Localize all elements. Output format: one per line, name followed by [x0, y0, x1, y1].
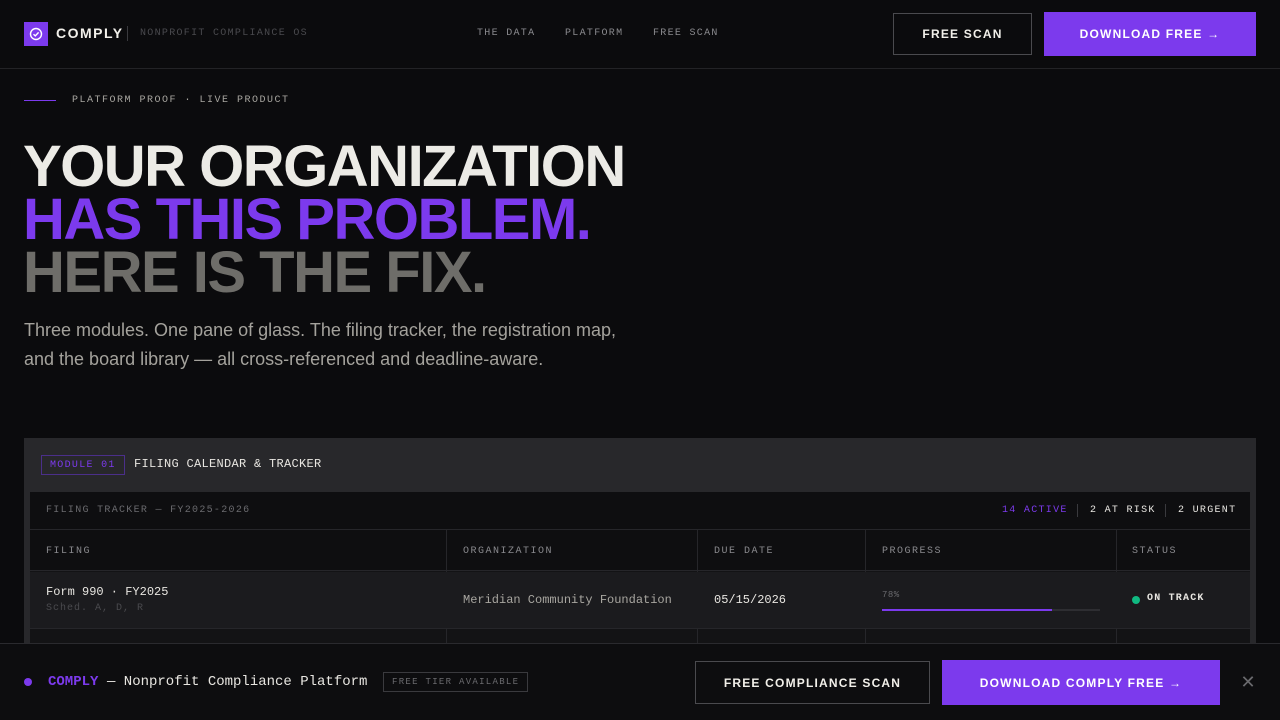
tracker-title: FILING TRACKER — FY2025-2026: [46, 505, 251, 516]
module-title: FILING CALENDAR & TRACKER: [134, 457, 322, 471]
column-header-status[interactable]: STATUS: [1132, 546, 1177, 557]
free-tier-badge: FREE TIER AVAILABLE: [383, 672, 529, 692]
column-header-due-date[interactable]: DUE DATE: [714, 546, 774, 557]
organization-name: Meridian Community Foundation: [463, 593, 672, 607]
bottom-brand: COMPLY: [48, 674, 99, 690]
column-header-filing[interactable]: FILING: [46, 546, 91, 557]
module-card: MODULE 01 FILING CALENDAR & TRACKER FILI…: [24, 438, 1256, 662]
column-header-organization[interactable]: ORGANIZATION: [463, 546, 553, 557]
table-header: FILING ORGANIZATION DUE DATE PROGRESS ST…: [30, 530, 1250, 571]
nav-link-free-scan[interactable]: FREE SCAN: [653, 28, 719, 39]
table-row[interactable]: Form 990 · FY2025 Sched. A, D, R Meridia…: [30, 572, 1250, 629]
progress-bar-fill: [882, 609, 1053, 611]
logo-icon[interactable]: [24, 22, 48, 46]
status-badge: ON TRACK: [1147, 593, 1205, 604]
nav-link-platform[interactable]: PLATFORM: [565, 28, 623, 39]
live-dot-icon: [24, 678, 32, 686]
status-dot-icon: [1132, 596, 1140, 604]
brand-divider: [127, 26, 128, 41]
sticky-cta-bar: COMPLY — Nonprofit Compliance Platform F…: [0, 643, 1280, 720]
stat-active: 14 ACTIVE: [1002, 505, 1068, 516]
stat-divider: [1077, 504, 1078, 517]
brand-name[interactable]: COMPLY: [56, 25, 124, 41]
stat-at-risk: 2 AT RISK: [1090, 505, 1156, 516]
hero-eyebrow: PLATFORM PROOF · LIVE PRODUCT: [72, 95, 290, 106]
free-compliance-scan-button[interactable]: FREE COMPLIANCE SCAN: [695, 661, 930, 704]
stat-divider: [1165, 504, 1166, 517]
top-nav: COMPLY NONPROFIT COMPLIANCE OS THE DATA …: [0, 0, 1280, 69]
stat-urgent: 2 URGENT: [1178, 505, 1237, 516]
hero-headline-3: HERE IS THE FIX.: [23, 240, 487, 305]
eyebrow-line: [24, 100, 56, 101]
brand-tagline: NONPROFIT COMPLIANCE OS: [140, 28, 308, 39]
column-header-progress[interactable]: PROGRESS: [882, 546, 942, 557]
progress-bar: [882, 609, 1100, 611]
tracker-header: FILING TRACKER — FY2025-2026 14 ACTIVE 2…: [30, 492, 1250, 530]
download-comply-free-button[interactable]: DOWNLOAD COMPLY FREE →: [942, 660, 1220, 705]
module-badge: MODULE 01: [41, 455, 125, 475]
free-scan-button[interactable]: FREE SCAN: [893, 13, 1032, 55]
hero-lead: Three modules. One pane of glass. The fi…: [24, 320, 616, 369]
due-date: 05/15/2026: [714, 593, 787, 607]
filing-schedules: Sched. A, D, R: [46, 603, 145, 614]
close-icon[interactable]: ✕: [1240, 673, 1256, 691]
progress-label: 78%: [882, 590, 900, 600]
filing-name: Form 990 · FY2025: [46, 585, 169, 599]
nav-link-the-data[interactable]: THE DATA: [477, 28, 535, 39]
download-free-button[interactable]: DOWNLOAD FREE →: [1044, 12, 1256, 56]
filing-tracker: FILING TRACKER — FY2025-2026 14 ACTIVE 2…: [30, 492, 1250, 662]
bottom-text: — Nonprofit Compliance Platform: [107, 674, 368, 690]
